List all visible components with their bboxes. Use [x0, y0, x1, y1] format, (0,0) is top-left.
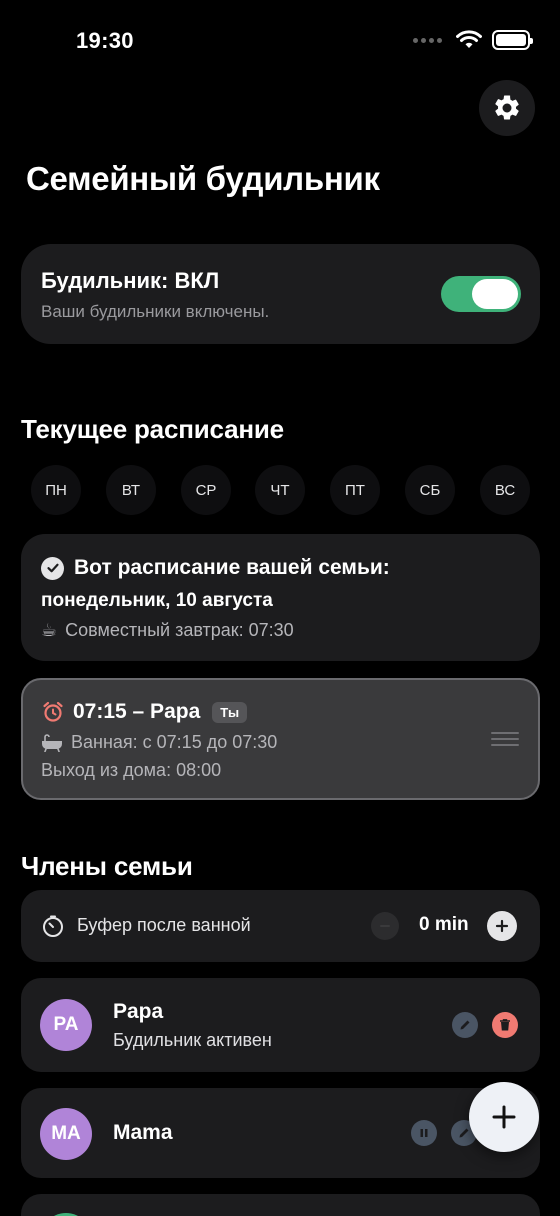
buffer-increase-button[interactable] — [487, 911, 517, 941]
breakfast-text: Совместный завтрак: 07:30 — [65, 620, 294, 640]
pause-icon — [420, 1129, 428, 1137]
page-title: Семейный будильник — [26, 160, 380, 197]
toggle-knob — [472, 279, 518, 309]
bath-buffer-card: Буфер после ванной 0 min — [21, 890, 540, 962]
alarm-master-card: Будильник: ВКЛ Ваши будильники включены. — [21, 244, 540, 344]
day-sat[interactable]: СБ — [405, 465, 455, 515]
alarm-status-subtitle: Ваши будильники включены. — [41, 302, 270, 321]
family-section-title: Члены семьи — [21, 851, 193, 881]
breakfast-line: ☕ Совместный завтрак: 07:30 — [41, 620, 294, 641]
edit-member-button[interactable] — [452, 1012, 478, 1038]
avatar: PA — [40, 999, 92, 1051]
check-circle-icon — [41, 556, 64, 580]
plus-icon — [492, 1105, 516, 1129]
drag-handle-icon[interactable] — [491, 732, 519, 746]
status-bar: 19:30 — [0, 0, 560, 80]
schedule-summary-heading-text: Вот расписание вашей семьи: — [74, 556, 390, 579]
schedule-entry-title: 07:15 – Papa — [73, 700, 201, 723]
member-card[interactable]: MA Mama — [21, 1088, 540, 1178]
add-member-button[interactable] — [469, 1082, 539, 1152]
delete-member-button[interactable] — [492, 1012, 518, 1038]
status-icons — [413, 30, 533, 50]
coffee-icon: ☕ — [41, 620, 58, 640]
timer-icon — [43, 915, 63, 937]
schedule-section-title: Текущее расписание — [21, 414, 284, 444]
schedule-summary-heading: Вот расписание вашей семьи: — [41, 556, 390, 580]
leave-home-text: Выход из дома: 08:00 — [41, 760, 222, 780]
signal-icon — [413, 37, 442, 43]
trash-icon — [500, 1019, 510, 1031]
member-status: Будильник активен — [113, 1030, 272, 1050]
plus-icon — [495, 919, 509, 933]
pencil-icon — [459, 1128, 469, 1138]
member-name: Mama — [113, 1121, 173, 1144]
avatar: MA — [40, 1108, 92, 1160]
alarm-status-title: Будильник: ВКЛ — [41, 268, 220, 293]
schedule-date: понедельник, 10 августа — [41, 590, 273, 611]
you-badge: Ты — [212, 701, 248, 723]
day-fri[interactable]: ПТ — [330, 465, 380, 515]
member-name: Papa — [113, 1000, 164, 1023]
bathtub-icon — [42, 733, 62, 752]
schedule-entry-card[interactable]: 07:15 – Papa Ты Ванная: с 07:15 до 07:30… — [21, 678, 540, 800]
alarm-clock-icon — [43, 701, 63, 722]
settings-button[interactable] — [479, 80, 535, 136]
day-wed[interactable]: СР — [181, 465, 231, 515]
pencil-icon — [460, 1020, 470, 1030]
day-thu[interactable]: ЧТ — [255, 465, 305, 515]
member-card[interactable]: PA Papa Будильник активен — [21, 978, 540, 1072]
day-tue[interactable]: ВТ — [106, 465, 156, 515]
schedule-entry-heading: 07:15 – Papa Ты — [41, 700, 248, 724]
member-card[interactable] — [21, 1194, 540, 1216]
day-mon[interactable]: ПН — [31, 465, 81, 515]
status-time: 19:30 — [76, 28, 134, 53]
bath-text: Ванная: с 07:15 до 07:30 — [71, 732, 278, 752]
minus-icon — [380, 925, 390, 927]
gear-icon — [495, 95, 519, 120]
bath-line: Ванная: с 07:15 до 07:30 — [41, 732, 277, 753]
schedule-summary-card: Вот расписание вашей семьи: понедельник,… — [21, 534, 540, 661]
pause-alarm-button[interactable] — [411, 1120, 437, 1146]
buffer-label: Буфер после ванной — [77, 915, 251, 935]
buffer-value: 0 min — [419, 914, 469, 935]
wifi-icon — [456, 30, 482, 48]
alarm-toggle[interactable] — [441, 276, 521, 312]
day-selector: ПН ВТ СР ЧТ ПТ СБ ВС — [31, 465, 530, 515]
buffer-decrease-button[interactable] — [371, 912, 399, 940]
day-sun[interactable]: ВС — [480, 465, 530, 515]
battery-icon — [492, 30, 533, 50]
